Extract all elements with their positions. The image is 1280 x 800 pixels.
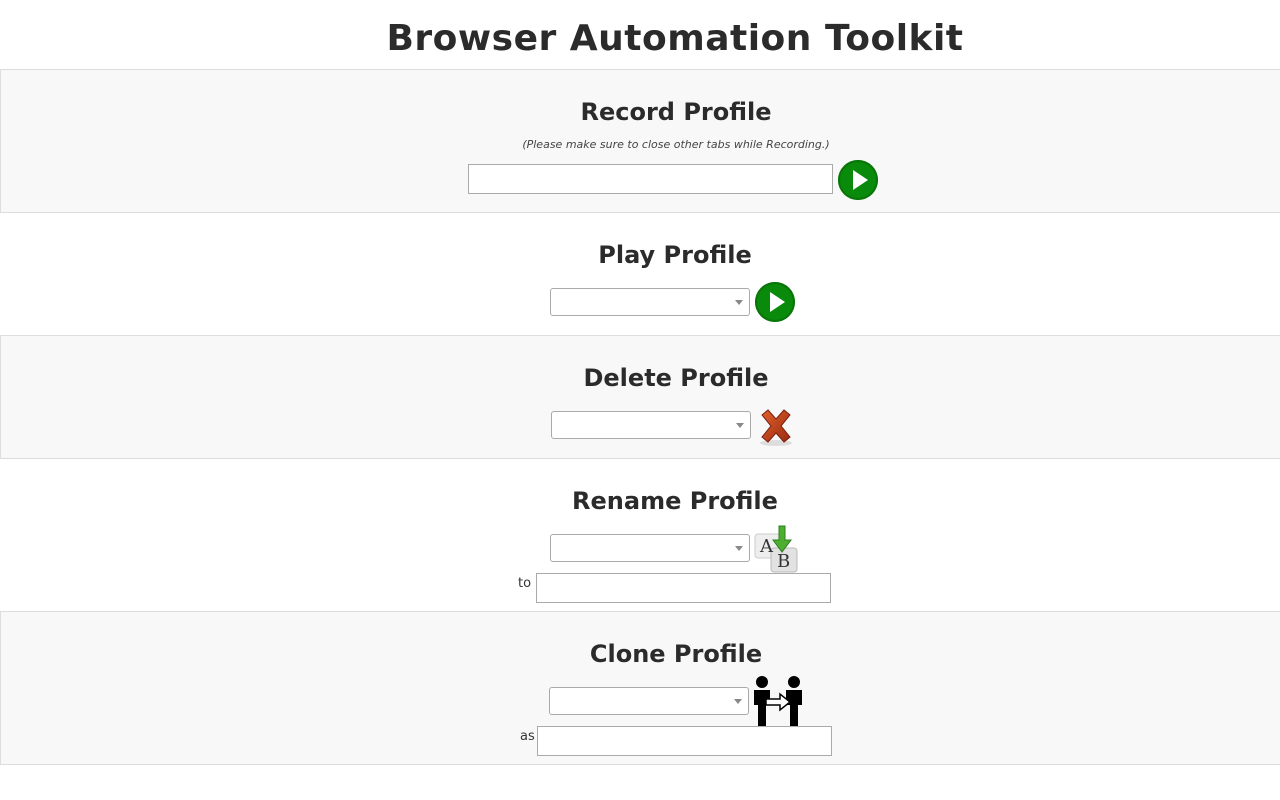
clone-profile-title: Clone Profile: [589, 640, 763, 668]
svg-text:A: A: [759, 536, 774, 557]
delete-profile-panel: Delete Profile: [0, 335, 1280, 459]
play-profile-title: Play Profile: [598, 241, 752, 269]
rename-button[interactable]: A B: [751, 524, 799, 574]
record-profile-panel: Record Profile (Please make sure to clos…: [0, 69, 1280, 213]
rename-new-name-input[interactable]: [536, 573, 831, 603]
rename-profile-select[interactable]: [550, 534, 750, 562]
clone-profile-panel: Clone Profile as: [0, 611, 1280, 765]
rename-to-label: to: [518, 576, 532, 591]
record-profile-name-input[interactable]: [468, 164, 833, 194]
play-button[interactable]: [755, 282, 795, 322]
svg-text:B: B: [777, 551, 790, 572]
rename-profile-panel: Rename Profile A B to: [0, 458, 1280, 612]
app-title: Browser Automation Toolkit: [386, 18, 964, 59]
record-profile-title: Record Profile: [580, 98, 772, 126]
play-profile-select[interactable]: [550, 288, 750, 316]
chevron-down-icon: [735, 546, 743, 551]
delete-profile-title: Delete Profile: [583, 364, 769, 392]
clone-button[interactable]: [752, 675, 804, 727]
chevron-down-icon: [735, 300, 743, 305]
clone-new-name-input[interactable]: [537, 726, 832, 756]
play-profile-panel: Play Profile: [0, 212, 1280, 336]
delete-button[interactable]: [756, 407, 796, 447]
clone-as-label: as: [520, 729, 535, 744]
record-note: (Please make sure to close other tabs wh…: [522, 138, 830, 151]
clone-people-icon: [754, 676, 802, 726]
rename-a-to-b-icon: A B: [754, 525, 798, 573]
clone-profile-select[interactable]: [549, 687, 749, 715]
delete-profile-select[interactable]: [551, 411, 751, 439]
rename-profile-title: Rename Profile: [572, 487, 778, 515]
delete-x-icon: [760, 409, 792, 446]
record-play-button[interactable]: [838, 160, 878, 200]
chevron-down-icon: [734, 699, 742, 704]
chevron-down-icon: [736, 423, 744, 428]
